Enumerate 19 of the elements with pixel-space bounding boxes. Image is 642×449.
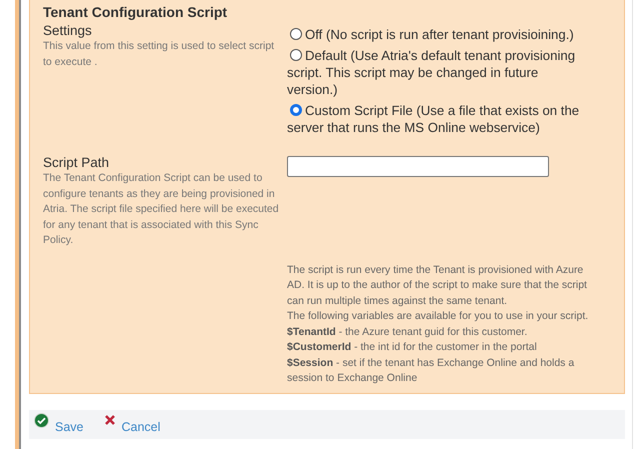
radio-option[interactable]: Custom Script File (Use a file that exists on the server that runs the MS Online webservice): [287, 102, 592, 136]
radio-button[interactable]: [290, 28, 302, 40]
help-text: $Session - set if the tenant has Exchange Online and holds a session to Exchange Online: [287, 356, 576, 386]
help-text: The script is run every time the Tenant is provisioned with Azure AD. It is up to the author of the script to make sure that the script can run multiple times against the same tenant.: [287, 262, 588, 308]
radio-option[interactable]: Default (Use Atria's default tenant provisioning script. This script may be changed in future version.): [287, 47, 592, 98]
radio-option[interactable]: Off (No script is run after tenant provisioining.): [287, 26, 592, 43]
help-text: $CustomerId - the int id for the customer in the portal: [287, 340, 538, 355]
help-text: The following variables are available for you to use in your script.: [287, 309, 590, 324]
setting-description: This value from this setting is used to select script to execute .: [43, 39, 276, 70]
section-title: Tenant Configuration Script: [43, 3, 228, 22]
check-icon: [34, 412, 49, 428]
setting-description: The Tenant Configuration Script can be used to configure tenants as they are being provisioned in Atria. The script file specified here will be executed for any tenant that is associated with this Sync Policy.: [43, 171, 280, 248]
setting-label: Settings: [43, 22, 93, 39]
help-text: $TenantId - the Azure tenant guid for this customer.: [287, 324, 528, 340]
script-path-field[interactable]: [287, 156, 549, 177]
close-icon: [104, 414, 116, 426]
radio-button[interactable]: [290, 49, 302, 61]
radio-button[interactable]: [290, 104, 302, 116]
setting-label: Script Path: [43, 154, 110, 171]
